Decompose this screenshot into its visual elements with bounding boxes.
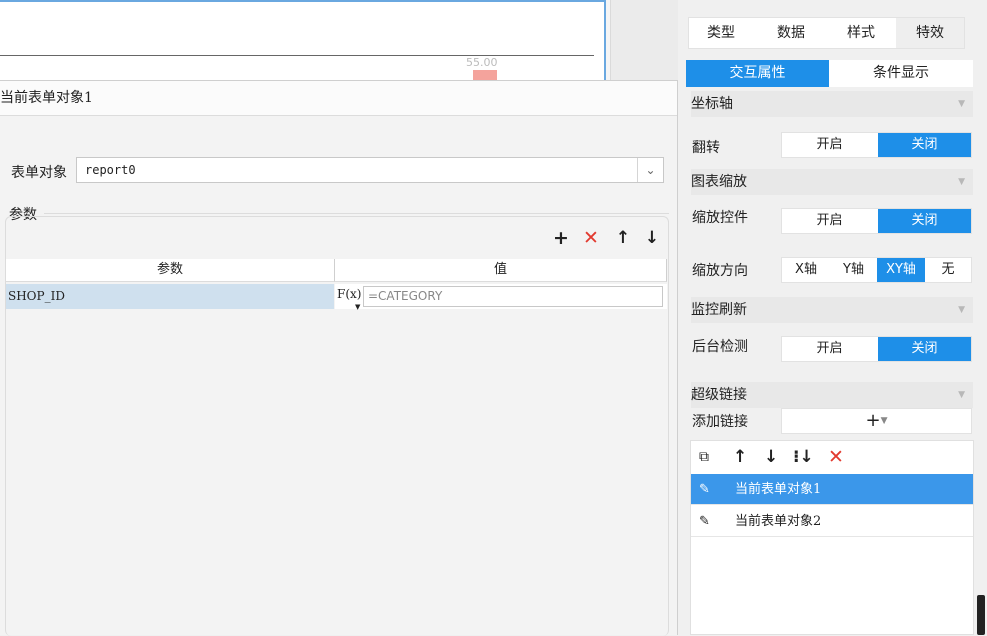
flip-toggle: 开启 关闭: [781, 132, 972, 158]
scrollbar-thumb[interactable]: [977, 595, 985, 635]
zoom-control-on-option[interactable]: 开启: [782, 209, 877, 233]
form-object-select[interactable]: report0 ⌄: [76, 157, 664, 183]
flip-label: 翻转: [692, 140, 720, 156]
caret-down-icon: ▼: [355, 303, 361, 311]
plus-icon: +: [865, 410, 881, 431]
zoom-control-off-option[interactable]: 关闭: [878, 209, 971, 233]
direction-y-option[interactable]: Y轴: [830, 258, 877, 282]
param-name-cell[interactable]: SHOP_ID: [6, 284, 334, 309]
column-header-value[interactable]: 值: [335, 259, 667, 282]
hyperlink-list: ⧉ ↑ ↓ ⁝↓ ✕ ✎ 当前表单对象1 ✎ 当前表单对象2: [690, 440, 974, 635]
copy-icon[interactable]: ⧉: [699, 447, 709, 467]
group-divider: [44, 213, 669, 214]
zoom-direction-label: 缩放方向: [692, 263, 748, 279]
background-check-label: 后台检测: [692, 339, 748, 355]
delete-icon[interactable]: ✕: [582, 228, 600, 248]
background-check-toggle: 开启 关闭: [781, 336, 972, 362]
section-axis[interactable]: 坐标轴 ▼: [691, 91, 973, 117]
column-header-param[interactable]: 参数: [6, 259, 335, 282]
collapse-caret-icon: ▼: [958, 390, 965, 400]
form-object-value: report0: [85, 163, 136, 177]
direction-xy-option[interactable]: XY轴: [877, 258, 925, 282]
edit-pencil-icon[interactable]: ✎: [699, 474, 717, 505]
chart-value-label: 55.00: [466, 56, 498, 69]
add-icon[interactable]: +: [552, 228, 570, 248]
param-value-cell: F(x) ▼ =CATEGORY: [335, 284, 667, 311]
chart-frame[interactable]: [0, 0, 606, 86]
collapse-caret-icon: ▼: [958, 305, 965, 315]
tab-type[interactable]: 类型: [691, 18, 751, 48]
move-up-icon[interactable]: ↑: [614, 228, 632, 248]
add-link-label: 添加链接: [692, 414, 748, 430]
link-name: 当前表单对象1: [735, 482, 822, 497]
zoom-control-label: 缩放控件: [692, 210, 748, 226]
caret-down-icon: ▼: [880, 416, 888, 426]
section-monitor-refresh[interactable]: 监控刷新 ▼: [691, 297, 973, 323]
panel-top-strip: [678, 0, 987, 17]
form-object-label: 表单对象: [11, 165, 67, 181]
dialog-title: 当前表单对象1: [0, 81, 677, 116]
background-check-on-option[interactable]: 开启: [782, 337, 877, 361]
sort-icon[interactable]: ⁝↓: [793, 447, 814, 467]
zoom-direction-toggle: X轴 Y轴 XY轴 无: [781, 257, 972, 283]
edit-pencil-icon[interactable]: ✎: [699, 506, 717, 537]
zoom-control-toggle: 开启 关闭: [781, 208, 972, 234]
flip-off-option[interactable]: 关闭: [878, 133, 971, 157]
direction-none-option[interactable]: 无: [925, 258, 971, 282]
direction-x-option[interactable]: X轴: [782, 258, 830, 282]
section-monitor-label: 监控刷新: [691, 302, 747, 318]
list-item[interactable]: ✎ 当前表单对象2: [691, 506, 973, 537]
form-object-dialog: 当前表单对象1 表单对象 report0 ⌄ 参数 + ✕ ↑ ↓ 参数 值 S…: [0, 80, 678, 636]
section-chart-zoom[interactable]: 图表缩放 ▼: [691, 169, 973, 195]
move-down-icon[interactable]: ↓: [643, 228, 661, 248]
tab-style[interactable]: 样式: [831, 18, 891, 48]
background-check-off-option[interactable]: 关闭: [878, 337, 971, 361]
formula-button[interactable]: F(x) ▼: [337, 286, 361, 311]
collapse-caret-icon: ▼: [958, 99, 965, 109]
tab-conditional-display[interactable]: 条件显示: [829, 60, 973, 87]
move-up-icon[interactable]: ↑: [733, 447, 747, 467]
flip-on-option[interactable]: 开启: [782, 133, 877, 157]
section-axis-label: 坐标轴: [691, 96, 733, 112]
link-name: 当前表单对象2: [735, 514, 822, 529]
property-panel: 类型 数据 样式 特效 交互属性 条件显示 坐标轴 ▼ 翻转 开启 关闭 图表缩…: [678, 0, 987, 635]
formula-input[interactable]: =CATEGORY: [363, 286, 663, 307]
delete-icon[interactable]: ✕: [828, 447, 844, 467]
collapse-caret-icon: ▼: [958, 177, 965, 187]
section-zoom-label: 图表缩放: [691, 174, 747, 190]
tab-effect[interactable]: 特效: [896, 18, 964, 48]
chart-axis-line: [0, 55, 594, 56]
tab-data[interactable]: 数据: [761, 18, 821, 48]
list-item[interactable]: ✎ 当前表单对象1: [691, 474, 973, 505]
section-hyperlink-label: 超级链接: [691, 387, 747, 403]
move-down-icon[interactable]: ↓: [764, 447, 778, 467]
section-hyperlink[interactable]: 超级链接 ▼: [691, 382, 973, 408]
effect-subtabs: 交互属性 条件显示: [686, 60, 973, 87]
chevron-down-icon[interactable]: ⌄: [637, 158, 663, 182]
tab-interaction-props[interactable]: 交互属性: [686, 60, 829, 87]
panel-scrollbar[interactable]: [975, 0, 987, 635]
add-link-button[interactable]: +▼: [781, 408, 972, 434]
property-tabs: 类型 数据 样式 特效: [688, 17, 965, 49]
